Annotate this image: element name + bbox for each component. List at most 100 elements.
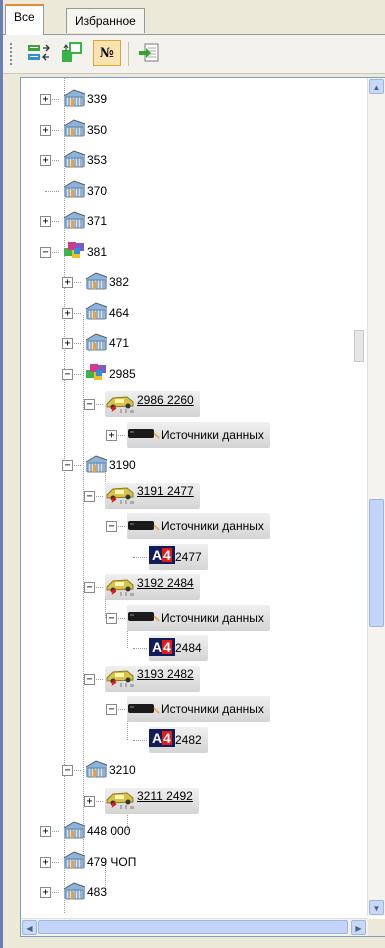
expand-node-button[interactable]: + [40,826,51,837]
group-cubes-icon [83,361,109,386]
tree-node-body[interactable]: 471 [83,332,129,355]
object-tree[interactable]: + + + + − + + + − − + − − − − − − − − + + + + 339 350 353 370 371 3… [20,77,385,937]
expand-node-button[interactable]: + [40,216,51,227]
tree-node[interactable]: 3193 2482 [105,665,200,692]
tree-node-body[interactable]: 3210 [83,759,136,782]
expand-node-button[interactable]: + [40,94,51,105]
tree-node-body[interactable]: 350 [61,118,107,141]
collapse-node-button[interactable]: − [84,399,95,410]
tree-node-body[interactable]: 3191 2477 [105,482,200,509]
tree-node[interactable]: 3192 2484 [105,574,200,600]
collapse-node-button[interactable]: − [106,704,117,715]
horizontal-scroll-thumb[interactable] [38,920,348,934]
tree-node-body[interactable]: 3211 2492 [105,787,199,814]
collapse-node-button[interactable]: − [106,612,117,624]
tree-node[interactable]: 3191 2477 [105,482,200,509]
expand-collapse-button[interactable] [25,40,53,66]
tree-node-body[interactable]: Источники данных [127,421,270,448]
collapse-node-button[interactable]: − [62,460,73,471]
expand-node-button[interactable]: + [62,307,73,319]
tree-node[interactable]: 382 [83,271,129,294]
tree-node[interactable]: 370 [61,179,107,202]
scroll-down-button[interactable]: ▼ [369,900,384,915]
tree-node[interactable]: Источники данных [127,604,270,631]
building-icon [83,332,109,355]
tree-node-body[interactable]: 483 [61,881,107,904]
tree-node[interactable]: A 4 2484 [149,635,208,661]
tree-node-body[interactable]: 370 [61,179,107,202]
tab-all[interactable]: Все [5,4,44,35]
tree-node[interactable]: A 4 2477 [149,543,208,570]
tree-node[interactable]: A 4 2482 [149,726,208,753]
tree-node-body[interactable]: 3190 [83,454,136,477]
tree-node-body[interactable]: Источники данных [127,513,270,539]
horizontal-scrollbar[interactable]: ◀ ▶ [21,918,368,936]
building-icon [61,179,87,202]
expand-node-button[interactable]: + [40,856,51,868]
tree-node[interactable]: 3210 [83,759,136,782]
tree-node[interactable]: 3211 2492 [105,787,199,814]
tab-favorites[interactable]: Избранное [66,8,145,33]
collapse-node-button[interactable]: − [84,673,95,685]
export-button[interactable] [135,40,163,66]
vertical-scroll-thumb[interactable] [369,499,384,627]
tree-node-body[interactable]: 353 [61,149,107,172]
tree-node-body[interactable]: A 4 2482 [149,726,208,753]
collapse-node-button[interactable]: − [40,246,51,258]
tree-node[interactable]: 353 [61,149,107,172]
tree-node[interactable]: 381 [61,242,107,262]
tree-node-body[interactable]: A 4 2477 [149,543,208,570]
tree-node-body[interactable]: 2985 [83,361,136,386]
tree-node[interactable]: 2985 [83,364,136,384]
tree-node-body[interactable]: 382 [83,271,129,294]
expand-node-button[interactable]: + [84,795,95,807]
tree-node-body[interactable]: 2986 2260 [105,391,200,417]
tree-node[interactable]: 479 ЧОП [61,850,136,873]
numbering-toggle-button[interactable]: № [93,40,121,66]
tree-node-body[interactable]: 339 [61,88,107,111]
tree-node[interactable]: 371 [61,210,107,233]
expand-node-button[interactable]: + [40,155,51,166]
tree-node-label: 3190 [109,458,136,472]
expand-node-button[interactable]: + [40,124,51,136]
tree-node[interactable]: 448 000 [61,820,130,843]
expand-node-button[interactable]: + [62,338,73,349]
tree-node[interactable]: 471 [83,332,129,355]
scroll-left-button[interactable]: ◀ [22,920,37,935]
tree-node[interactable]: 339 [61,88,107,111]
tree-node-body[interactable]: A 4 2484 [149,635,208,661]
tree-node[interactable]: 464 [83,301,129,324]
collapse-node-button[interactable]: − [106,521,117,532]
scroll-right-button[interactable]: ▶ [351,920,366,935]
tree-node[interactable]: 2986 2260 [105,391,200,417]
tree-node[interactable]: Источники данных [127,421,270,448]
a4-tag-icon: A4 [149,729,175,750]
collapse-node-button[interactable]: − [84,490,95,502]
tree-node-body[interactable]: Источники данных [127,696,270,722]
collapse-node-button[interactable]: − [62,368,73,380]
building-icon [83,454,109,477]
tree-node-body[interactable]: Источники данных [127,604,270,631]
expand-node-button[interactable]: + [62,277,73,288]
tree-node[interactable]: Источники данных [127,513,270,539]
group-nodes-button[interactable] [58,40,86,66]
collapse-node-button[interactable]: − [84,582,95,593]
tree-node-body[interactable]: 464 [83,301,129,324]
tree-node-body[interactable]: 448 000 [61,820,130,843]
tree-node-body[interactable]: 381 [61,239,107,264]
scroll-up-button[interactable]: ▲ [369,79,384,94]
tree-node-body[interactable]: 3192 2484 [105,574,200,600]
collapse-node-button[interactable]: − [62,765,73,776]
tree-node-body[interactable]: 371 [61,210,107,233]
expand-node-button[interactable]: + [40,887,51,898]
tree-node[interactable]: 3190 [83,454,136,477]
tree-node-body[interactable]: 479 ЧОП [61,850,136,873]
tree-node-body[interactable]: 3193 2482 [105,665,200,692]
toolbar-grip[interactable] [10,43,12,65]
splitter-marker[interactable] [354,330,364,362]
tree-node[interactable]: 350 [61,118,107,141]
tree-node[interactable]: Источники данных [127,696,270,722]
tree-node[interactable]: 483 [61,881,107,904]
vertical-scrollbar[interactable]: ▲ ▼ [367,78,385,916]
expand-node-button[interactable]: + [106,429,117,441]
